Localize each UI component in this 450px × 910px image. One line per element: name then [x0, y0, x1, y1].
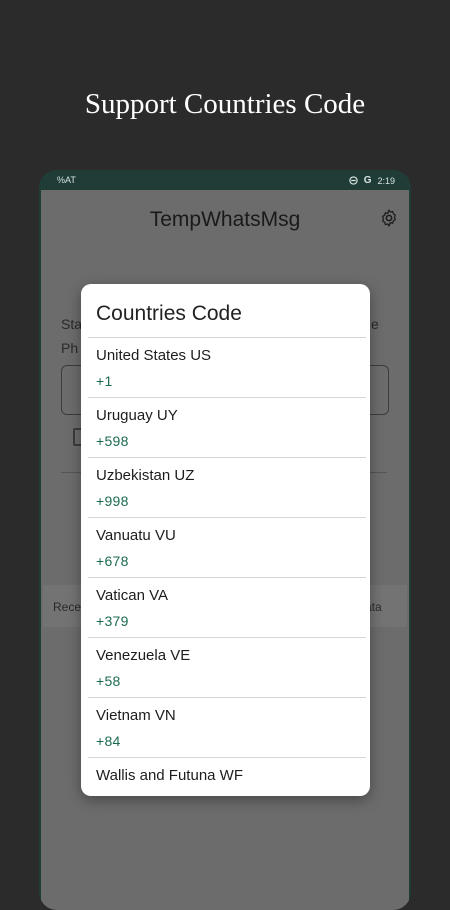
list-item[interactable]: Uruguay UY +598	[88, 397, 366, 457]
country-name: Wallis and Futuna WF	[96, 767, 243, 784]
country-name: Vatican VA	[96, 587, 168, 604]
background-label-start: Sta	[61, 316, 83, 332]
list-item[interactable]: Vanuatu VU +678	[88, 517, 366, 577]
country-name: United States US	[96, 347, 212, 364]
list-item[interactable]: United States US +1	[88, 337, 366, 397]
status-left-text: %AT	[57, 175, 76, 185]
list-item[interactable]: Venezuela VE +58	[88, 637, 366, 697]
list-item[interactable]: Wallis and Futuna WF	[88, 757, 366, 796]
countries-code-dialog: Countries Code United States US +1 Urugu…	[81, 284, 370, 796]
list-item[interactable]: Uzbekistan UZ +998	[88, 457, 366, 517]
app-title: TempWhatsMsg	[149, 208, 301, 231]
country-code: +1	[96, 373, 113, 389]
country-name: Vanuatu VU	[96, 527, 176, 544]
country-name: Uzbekistan UZ	[96, 467, 195, 484]
country-list: United States US +1 Uruguay UY +598 Uzbe…	[88, 337, 366, 796]
country-code: +998	[96, 493, 129, 509]
dialog-title: Countries Code	[96, 302, 242, 325]
country-code: +598	[96, 433, 129, 449]
status-bar: %AT G 2:19	[39, 170, 411, 190]
list-item[interactable]: Vietnam VN +84	[88, 697, 366, 757]
country-code: +379	[96, 613, 129, 629]
dnd-icon	[349, 176, 358, 185]
country-code: +84	[96, 733, 121, 749]
status-time: 2:19	[377, 175, 395, 186]
list-item[interactable]: Vatican VA +379	[88, 577, 366, 637]
country-name: Vietnam VN	[96, 707, 176, 724]
country-code: +58	[96, 673, 121, 689]
country-code: +678	[96, 553, 129, 569]
country-name: Venezuela VE	[96, 647, 191, 664]
tab-received[interactable]: Rece	[53, 600, 81, 614]
background-phone-label: Ph	[61, 340, 79, 356]
status-right: G 2:19	[349, 175, 395, 186]
google-icon: G	[363, 175, 372, 186]
country-name: Uruguay UY	[96, 407, 178, 424]
settings-icon[interactable]	[379, 208, 399, 228]
background-label-end: e	[371, 316, 379, 332]
promo-title: Support Countries Code	[84, 88, 366, 120]
